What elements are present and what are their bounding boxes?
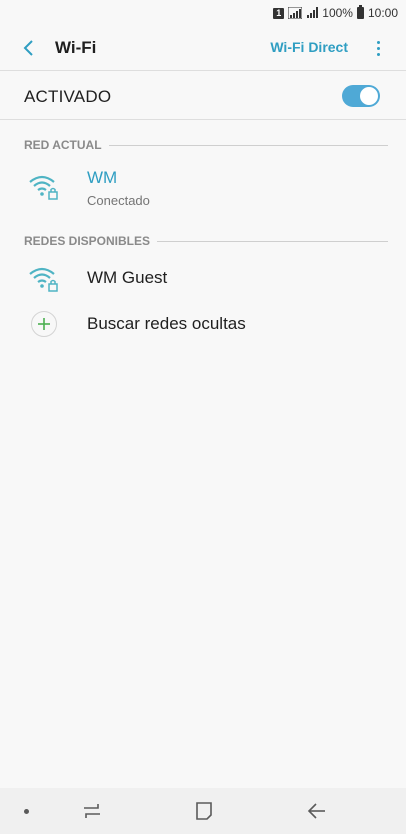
network-name: WM Guest (87, 268, 168, 287)
plus-icon (31, 311, 57, 337)
app-header: Wi-Fi Wi-Fi Direct (0, 26, 406, 70)
wifi-lock-icon (29, 175, 58, 200)
status-bar: 1 100% 10:00 (0, 0, 406, 26)
more-options-button[interactable] (372, 36, 384, 60)
master-divider (0, 119, 406, 120)
wifi-toggle[interactable] (342, 85, 380, 107)
back-arrow-icon (23, 40, 33, 56)
section-label: REDES DISPONIBLES (24, 234, 151, 248)
section-label: RED ACTUAL (24, 138, 102, 152)
current-network-row[interactable]: WM Conectado (0, 162, 406, 214)
page-title: Wi-Fi (55, 38, 97, 57)
home-icon[interactable] (192, 800, 216, 822)
signal-icon (288, 7, 303, 19)
clock: 10:00 (367, 6, 398, 20)
network-row-wm-guest[interactable]: WM Guest (0, 256, 406, 302)
dot-icon[interactable] (24, 809, 29, 814)
sim-icon: 1 (273, 7, 285, 19)
back-icon[interactable] (305, 800, 329, 822)
battery-percent: 100% (322, 6, 353, 20)
wifi-lock-icon (29, 267, 58, 292)
header-divider (0, 70, 406, 71)
current-network-name: WM (87, 168, 118, 187)
section-header-available: REDES DISPONIBLES (24, 233, 388, 249)
back-button[interactable] (16, 34, 40, 62)
more-vert-icon (376, 40, 380, 44)
recents-icon[interactable] (80, 800, 104, 822)
search-hidden-networks-row[interactable]: Buscar redes ocultas (0, 302, 406, 348)
battery-icon (356, 5, 364, 19)
navigation-bar (0, 788, 406, 834)
section-header-current: RED ACTUAL (24, 137, 388, 153)
master-switch-label: ACTIVADO (24, 87, 112, 106)
current-network-status: Conectado (87, 193, 150, 208)
signal-bars-icon (307, 7, 319, 18)
wifi-direct-button[interactable]: Wi-Fi Direct (270, 39, 348, 55)
wifi-master-switch-row[interactable]: ACTIVADO (0, 72, 406, 120)
search-hidden-networks-label: Buscar redes ocultas (87, 314, 246, 333)
